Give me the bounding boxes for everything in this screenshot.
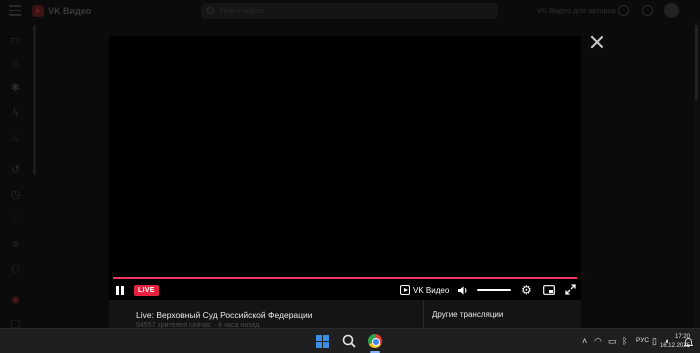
sidebar-favorites-icon[interactable]: ♡ [9,214,22,227]
sidebar-watch-later-icon[interactable]: ◷ [9,189,22,202]
progress-bar[interactable] [113,277,577,279]
windows-taskbar: ˄ ◠ ▭ ᛒ РУС ▯ ◖ 17:20 16.12.2025 [0,328,700,353]
vk-video-logo-icon [32,5,44,17]
sidebar-scrollbar[interactable] [33,25,36,175]
vk-video-brand-button[interactable]: VK Видео [400,285,449,295]
volume-slider[interactable] [477,289,511,291]
sidebar-snowflake-icon[interactable]: ✱ [9,82,22,95]
taskbar-search-icon[interactable] [342,334,356,348]
volume-icon[interactable] [457,285,469,296]
live-badge: LIVE [134,285,159,296]
fullscreen-icon[interactable] [565,284,576,295]
chrome-icon[interactable] [368,334,382,348]
sidebar-subscriptions-icon[interactable]: ⚇ [9,264,22,277]
notification-bell-icon[interactable] [684,337,693,347]
tray-overflow-icon[interactable]: ˄ [582,335,587,347]
notifications-icon[interactable] [642,5,653,16]
settings-icon[interactable]: ⚙ [521,284,533,296]
language-indicator[interactable]: РУС [636,337,649,344]
video-title[interactable]: Live: Верховный Суд Российской Федерации [136,310,313,320]
sidebar-trending-icon[interactable]: ♨ [9,132,22,145]
sidebar: ▭ ⌂ ✱ ϟ ♨ ↺ ◷ ♡ ≡ ⚇ ✺ ▢ [0,22,32,330]
sidebar-live-icon[interactable]: ▭ [9,34,22,47]
headphones-icon[interactable]: ◠ [594,335,602,347]
logo-text: VK Видео [48,6,92,16]
pause-icon[interactable] [116,286,124,295]
top-bar: VK Видео Поиск видео VK Видео для авторо… [0,0,700,22]
search-input[interactable]: Поиск видео [201,3,498,19]
vk-video-app: VK Видео Поиск видео VK Видео для авторо… [0,0,700,330]
upload-icon[interactable] [618,5,629,16]
vk-video-brand-icon [400,285,410,295]
avatar[interactable] [664,3,679,18]
vk-video-brand-label: VK Видео [413,285,450,295]
sidebar-lightning-icon[interactable]: ϟ [9,107,22,120]
menu-icon[interactable] [9,5,21,16]
windows-start-icon[interactable] [316,335,329,348]
search-placeholder: Поиск видео [220,6,264,15]
close-icon[interactable] [590,35,604,49]
related-streams-title: Другие трансляции [432,310,504,319]
panel-divider [423,300,424,328]
search-icon [207,7,214,14]
page-scrollbar-thumb[interactable] [695,25,698,100]
bluetooth-icon[interactable]: ᛒ [622,335,627,347]
sidebar-playlists-icon[interactable]: ≡ [9,239,22,252]
authors-link[interactable]: VK Видео для авторов [537,6,616,15]
sidebar-community-icon[interactable]: ✺ [9,295,22,308]
logo[interactable]: VK Видео [32,5,91,17]
sidebar-history-icon[interactable]: ↺ [9,164,22,177]
sidebar-home-icon[interactable]: ⌂ [9,58,22,71]
display-icon[interactable]: ▭ [608,335,617,347]
picture-in-picture-icon[interactable] [543,285,555,295]
video-player[interactable] [109,36,581,300]
